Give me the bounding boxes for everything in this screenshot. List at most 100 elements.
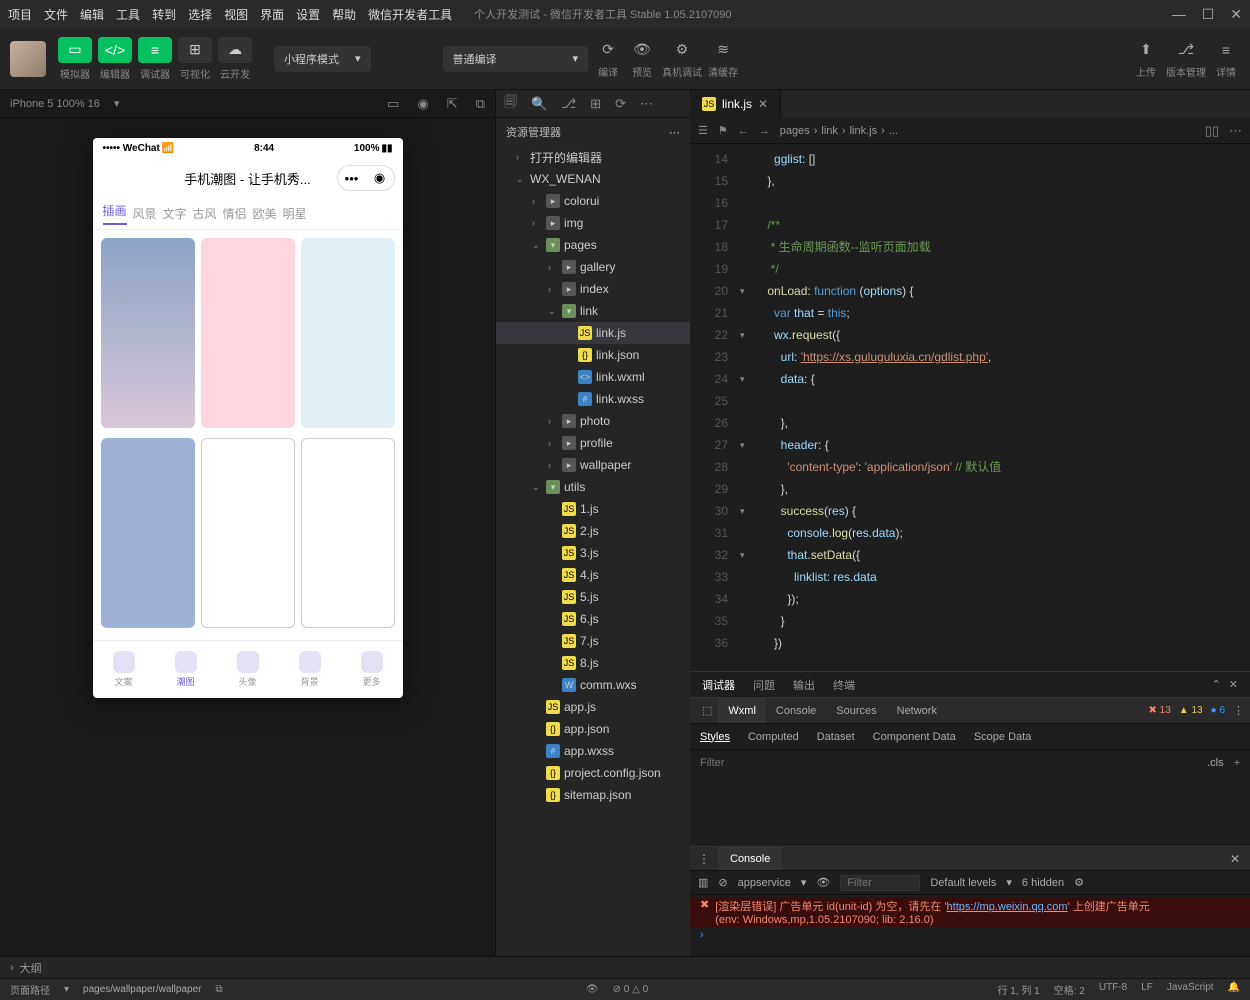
hidden-count[interactable]: 6 hidden xyxy=(1022,877,1064,889)
tabbar-item[interactable]: 背景 xyxy=(299,651,321,688)
debug-tab[interactable]: 问题 xyxy=(753,677,775,693)
menu-item[interactable]: 界面 xyxy=(260,6,284,23)
visibility-icon[interactable]: 👁 xyxy=(586,984,599,995)
tree-item[interactable]: JS3.js xyxy=(496,542,690,564)
tree-item[interactable]: JS5.js xyxy=(496,586,690,608)
menu-item[interactable]: 文件 xyxy=(44,6,68,23)
tree-item[interactable]: ⌄▾utils xyxy=(496,476,690,498)
inspect-icon[interactable]: ⬚ xyxy=(696,704,718,717)
real-debug-icon[interactable]: ⚙ xyxy=(668,39,696,61)
wallpaper-thumb[interactable] xyxy=(301,438,395,628)
share-icon[interactable]: ⇱ xyxy=(447,96,458,112)
eye-icon[interactable]: 👁 xyxy=(816,876,830,889)
tree-item[interactable]: ›▸photo xyxy=(496,410,690,432)
styles-tab[interactable]: Styles xyxy=(700,731,730,743)
outline-bar[interactable]: ›大纲 xyxy=(0,956,1250,978)
menu-item[interactable]: 项目 xyxy=(8,6,32,23)
devtool-tab[interactable]: Network xyxy=(887,698,947,723)
error-count[interactable]: ⊘ 0 △ 0 xyxy=(613,984,649,995)
sync-icon[interactable]: ⟳ xyxy=(615,96,626,112)
maximize-icon[interactable]: ☐ xyxy=(1202,6,1215,23)
add-style-icon[interactable]: + xyxy=(1234,757,1240,769)
code-editor[interactable]: 14 gglist: []15 },1617 /**18 * 生命周期函数--监… xyxy=(690,144,1250,671)
device-selector[interactable]: iPhone 5 100% 16 xyxy=(10,98,100,110)
levels-dropdown[interactable]: Default levels xyxy=(930,877,996,889)
tree-item[interactable]: JS7.js xyxy=(496,630,690,652)
editor-button[interactable]: </> xyxy=(98,37,132,63)
tabbar-item[interactable]: 更多 xyxy=(361,651,383,688)
console-error-line[interactable]: ✖ [渲染层错误] 广告单元 id(unit-id) 为空，请先在 'https… xyxy=(690,897,1250,927)
nav-fwd-icon[interactable]: → xyxy=(759,125,770,137)
cls-toggle[interactable]: .cls xyxy=(1207,757,1224,769)
tree-item[interactable]: {}link.json xyxy=(496,344,690,366)
menu-icon[interactable]: ••• xyxy=(338,166,366,190)
devtool-tab[interactable]: Sources xyxy=(826,698,886,723)
language[interactable]: JavaScript xyxy=(1167,982,1214,997)
editor-tab-linkjs[interactable]: JS link.js ✕ xyxy=(690,90,781,118)
menu-item[interactable]: 设置 xyxy=(296,6,320,23)
phone-tab[interactable]: 古风 xyxy=(193,205,217,222)
tree-item[interactable]: JS4.js xyxy=(496,564,690,586)
tree-item[interactable]: #app.wxss xyxy=(496,740,690,762)
tree-item[interactable]: ›▸index xyxy=(496,278,690,300)
tree-item[interactable]: Wcomm.wxs xyxy=(496,674,690,696)
phone-tab[interactable]: 情侣 xyxy=(223,205,247,222)
more-icon[interactable]: ⋯ xyxy=(1229,123,1242,139)
compile-icon[interactable]: ⟳ xyxy=(594,39,622,61)
device-icon[interactable]: ▭ xyxy=(387,96,399,112)
wallpaper-thumb[interactable] xyxy=(201,238,295,428)
tree-section[interactable]: ›打开的编辑器 xyxy=(496,146,690,168)
route-path[interactable]: pages/wallpaper/wallpaper xyxy=(83,984,201,995)
close-miniapp-icon[interactable]: ◉ xyxy=(366,166,394,190)
close-tab-icon[interactable]: ✕ xyxy=(758,97,768,111)
layout-icon[interactable]: ⧉ xyxy=(476,96,485,112)
tree-item[interactable]: {}app.json xyxy=(496,718,690,740)
eol[interactable]: LF xyxy=(1141,982,1153,997)
copy-icon[interactable]: ⧉ xyxy=(215,984,222,995)
menu-item[interactable]: 微信开发者工具 xyxy=(368,6,452,23)
tree-item[interactable]: ›▸gallery xyxy=(496,256,690,278)
tabbar-item[interactable]: 潮图 xyxy=(175,651,197,688)
wallpaper-thumb[interactable] xyxy=(201,438,295,628)
tree-item[interactable]: <>link.wxml xyxy=(496,366,690,388)
upload-icon[interactable]: ⬆ xyxy=(1132,39,1160,61)
console-filter-input[interactable] xyxy=(840,875,920,891)
clear-console-icon[interactable]: ⊘ xyxy=(718,876,727,889)
visual-button[interactable]: ⊞ xyxy=(178,37,212,63)
preview-icon[interactable]: 👁 xyxy=(628,39,656,61)
search-icon[interactable]: 🔍 xyxy=(531,96,547,112)
warn-badge[interactable]: ▲ 13 xyxy=(1179,705,1203,716)
tree-item[interactable]: ⌄▾link xyxy=(496,300,690,322)
split-icon[interactable]: ▯▯ xyxy=(1205,123,1219,139)
toggle-sidebar-icon[interactable]: ▥ xyxy=(698,876,708,889)
phone-tab[interactable]: 明星 xyxy=(283,205,307,222)
collapse-icon[interactable]: ⌃ xyxy=(1212,678,1221,691)
console-tab[interactable]: Console xyxy=(718,847,782,870)
menu-item[interactable]: 帮助 xyxy=(332,6,356,23)
tabbar-item[interactable]: 文案 xyxy=(113,651,135,688)
phone-tab[interactable]: 文字 xyxy=(163,205,187,222)
compile-dropdown[interactable]: 普通编译▾ xyxy=(443,46,589,72)
error-badge[interactable]: ✖ 13 xyxy=(1149,705,1171,716)
gear-icon[interactable]: ⚙ xyxy=(1074,876,1084,889)
route-label[interactable]: 页面路径 xyxy=(10,982,50,997)
devtool-tab[interactable]: Console xyxy=(766,698,826,723)
breadcrumb[interactable]: pages›link›link.js›... xyxy=(780,125,898,137)
devtool-tab[interactable]: Wxml xyxy=(718,698,766,723)
tree-item[interactable]: JS8.js xyxy=(496,652,690,674)
tree-item[interactable]: ›▸colorui xyxy=(496,190,690,212)
close-console-icon[interactable]: ✕ xyxy=(1220,852,1250,866)
styles-tab[interactable]: Component Data xyxy=(873,731,956,743)
detail-icon[interactable]: ≡ xyxy=(1212,39,1240,61)
wallpaper-thumb[interactable] xyxy=(101,238,195,428)
phone-tab[interactable]: 插画 xyxy=(103,202,127,225)
close-icon[interactable]: ✕ xyxy=(1230,6,1242,23)
record-icon[interactable]: ◉ xyxy=(417,96,428,112)
phone-tab[interactable]: 风景 xyxy=(133,205,157,222)
console-prompt[interactable]: › xyxy=(690,927,1250,943)
menu-item[interactable]: 编辑 xyxy=(80,6,104,23)
tabbar-item[interactable]: 头像 xyxy=(237,651,259,688)
tree-item[interactable]: JS2.js xyxy=(496,520,690,542)
tree-item[interactable]: #link.wxss xyxy=(496,388,690,410)
tree-item[interactable]: ›▸img xyxy=(496,212,690,234)
